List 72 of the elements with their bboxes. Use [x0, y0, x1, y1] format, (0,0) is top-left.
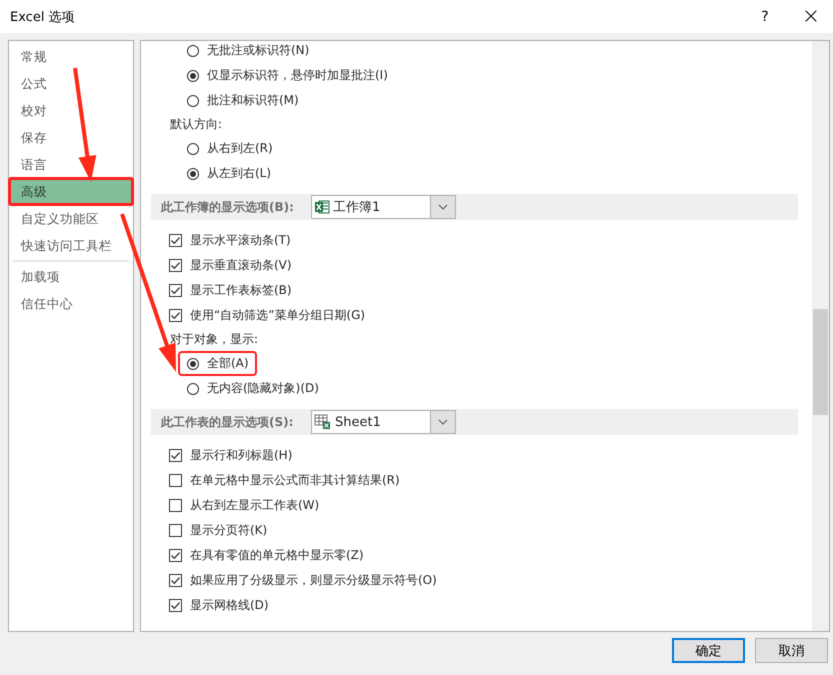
checkbox[interactable] — [169, 259, 182, 272]
option-label: 无批注或标识符(N) — [207, 42, 310, 59]
section-title: 此工作表的显示选项(S): — [161, 414, 294, 430]
checkbox[interactable] — [169, 499, 182, 512]
checkbox[interactable] — [169, 599, 182, 612]
dropdown[interactable]: 工作簿1 — [311, 195, 456, 219]
chevron-down-icon — [438, 204, 448, 210]
checkbox[interactable] — [169, 309, 182, 322]
checkbox[interactable] — [169, 574, 182, 587]
radio-button[interactable] — [187, 168, 199, 180]
window-title: Excel 选项 — [10, 8, 76, 26]
group-label: 对于对象，显示: — [170, 331, 258, 348]
checkbox[interactable] — [169, 234, 182, 247]
sidebar-item[interactable]: 自定义功能区 — [9, 205, 133, 232]
sidebar-item[interactable]: 常规 — [9, 43, 133, 70]
checkbox[interactable] — [169, 284, 182, 297]
option-label: 全部(A) — [207, 355, 249, 372]
radio-button[interactable] — [187, 358, 199, 370]
sidebar-item[interactable]: 信任中心 — [9, 290, 133, 317]
radio-option[interactable]: 批注和标识符(M) — [180, 90, 305, 111]
dropdown-value: Sheet1 — [335, 414, 382, 430]
checkbox[interactable] — [169, 524, 182, 537]
radio-button[interactable] — [187, 70, 199, 82]
option-label: 显示分页符(K) — [190, 522, 268, 539]
radio-button[interactable] — [187, 94, 199, 106]
dropdown[interactable]: Sheet1 — [311, 410, 456, 434]
option-label: 仅显示标识符，悬停时加显批注(I) — [207, 67, 388, 84]
option-label: 在具有零值的单元格中显示零(Z) — [190, 547, 364, 564]
sidebar-item[interactable]: 高级 — [9, 178, 133, 205]
group-label: 默认方向: — [170, 116, 222, 133]
sidebar-item[interactable]: 加载项 — [9, 263, 133, 290]
option-label: 显示垂直滚动条(V) — [190, 257, 292, 274]
sidebar-item[interactable]: 公式 — [9, 70, 133, 97]
radio-option[interactable]: 无批注或标识符(N) — [180, 41, 316, 61]
section-title: 此工作簿的显示选项(B): — [161, 198, 295, 216]
option-label: 显示网格线(D) — [190, 597, 269, 614]
option-label: 显示工作表标签(B) — [190, 282, 292, 299]
option-label: 批注和标识符(M) — [207, 92, 299, 109]
radio-button[interactable] — [187, 142, 199, 154]
radio-option[interactable]: 从右到左(R) — [180, 138, 279, 159]
radio-option[interactable]: 仅显示标识符，悬停时加显批注(I) — [180, 65, 394, 86]
option-label: 显示行和列标题(H) — [190, 447, 292, 464]
scrollbar-thumb[interactable] — [813, 309, 828, 415]
dialog-button[interactable]: 确定 — [672, 638, 745, 663]
option-label: 从左到右(L) — [207, 165, 272, 182]
dialog-button[interactable]: 取消 — [755, 638, 828, 663]
option-label: 如果应用了分级显示，则显示分级显示符号(O) — [190, 572, 437, 589]
radio-option[interactable]: 全部(A) — [180, 353, 255, 374]
option-label: 在单元格中显示公式而非其计算结果(R) — [190, 472, 400, 489]
checkbox[interactable] — [169, 449, 182, 462]
radio-button[interactable] — [187, 382, 199, 394]
option-label: 无内容(隐藏对象)(D) — [207, 380, 319, 397]
chevron-down-icon — [438, 419, 448, 425]
radio-option[interactable]: 从左到右(L) — [180, 163, 278, 184]
sidebar-item[interactable]: 语言 — [9, 151, 133, 178]
sheet-icon — [314, 414, 332, 430]
option-label: 从右到左(R) — [207, 140, 273, 157]
help-button[interactable]: ? — [755, 8, 775, 24]
checkbox[interactable] — [169, 549, 182, 562]
dropdown-value: 工作簿1 — [333, 199, 382, 216]
option-label: 从右到左显示工作表(W) — [190, 497, 320, 514]
close-button[interactable]: × — [799, 4, 823, 29]
radio-button[interactable] — [187, 44, 199, 56]
spreadsheet-icon — [314, 199, 330, 215]
radio-option[interactable]: 无内容(隐藏对象)(D) — [180, 378, 325, 399]
scrollbar[interactable] — [812, 41, 829, 631]
option-label: 使用“自动筛选”菜单分组日期(G) — [190, 307, 366, 324]
sidebar-item[interactable]: 校对 — [9, 97, 133, 124]
sidebar-item[interactable]: 快速访问工具栏 — [9, 232, 133, 259]
sidebar-item[interactable]: 保存 — [9, 124, 133, 151]
checkbox[interactable] — [169, 474, 182, 487]
option-label: 显示水平滚动条(T) — [190, 232, 291, 249]
